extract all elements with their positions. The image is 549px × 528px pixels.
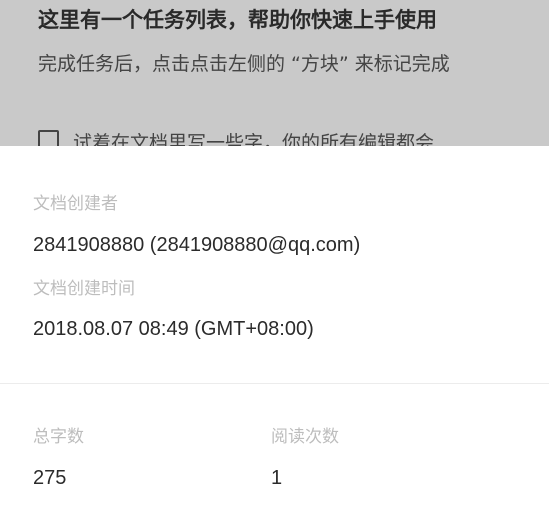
task-list-title: 这里有一个任务列表，帮助你快速上手使用 xyxy=(38,8,437,32)
creator-label: 文档创建者 xyxy=(33,194,118,214)
task-item: 试着在文档里写一些字，你的所有编辑都会 xyxy=(38,128,434,146)
task-list-description: 完成任务后，点击点击左侧的 “方块” 来标记完成 xyxy=(38,53,450,75)
background-document: 这里有一个任务列表，帮助你快速上手使用 完成任务后，点击点击左侧的 “方块” 来… xyxy=(0,0,549,146)
task-item-text: 试着在文档里写一些字，你的所有编辑都会 xyxy=(73,132,435,146)
word-count-label: 总字数 xyxy=(33,427,84,447)
creator-value: 2841908880 (2841908880@qq.com) xyxy=(33,234,361,256)
checkbox-icon xyxy=(38,130,59,146)
read-count-value: 1 xyxy=(271,467,283,489)
created-time-value: 2018.08.07 08:49 (GMT+08:00) xyxy=(33,318,314,340)
read-count-label: 阅读次数 xyxy=(271,427,339,447)
word-count-value: 275 xyxy=(33,467,67,489)
created-time-label: 文档创建时间 xyxy=(33,279,135,299)
section-divider xyxy=(0,383,549,384)
document-info-sheet: 文档创建者 2841908880 (2841908880@qq.com) 文档创… xyxy=(0,146,549,528)
